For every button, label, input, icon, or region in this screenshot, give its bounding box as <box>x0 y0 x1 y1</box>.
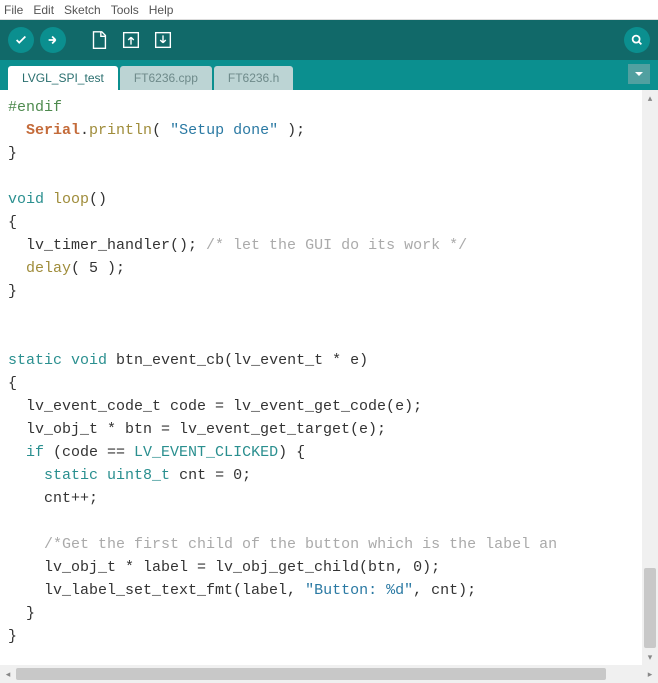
tab-ft6236-cpp[interactable]: FT6236.cpp <box>120 66 212 90</box>
vscroll-thumb[interactable] <box>644 568 656 648</box>
toolbar <box>0 20 658 60</box>
menu-file[interactable]: File <box>4 3 23 17</box>
verify-button[interactable] <box>8 27 34 53</box>
horizontal-scrollbar[interactable]: ◂ ▸ <box>0 665 658 683</box>
scroll-right-button[interactable]: ▸ <box>642 669 658 680</box>
scroll-up-button[interactable]: ▴ <box>642 90 658 106</box>
scroll-left-button[interactable]: ◂ <box>0 669 16 680</box>
tab-menu-button[interactable] <box>628 64 650 84</box>
save-sketch-button[interactable] <box>150 27 176 53</box>
upload-square-icon <box>120 29 142 51</box>
editor-area: #endif Serial.println( "Setup done" ); }… <box>0 90 658 683</box>
upload-button[interactable] <box>40 27 66 53</box>
download-square-icon <box>152 29 174 51</box>
vscroll-track[interactable] <box>642 106 658 649</box>
open-sketch-button[interactable] <box>118 27 144 53</box>
chevron-down-icon <box>634 69 644 79</box>
code-content: #endif Serial.println( "Setup done" ); }… <box>8 96 636 648</box>
arrow-right-icon <box>46 33 60 47</box>
tab-ft6236-h[interactable]: FT6236.h <box>214 66 293 90</box>
serial-monitor-button[interactable] <box>624 27 650 53</box>
hscroll-track[interactable] <box>16 665 642 683</box>
check-icon <box>14 33 28 47</box>
menu-sketch[interactable]: Sketch <box>64 3 101 17</box>
menu-help[interactable]: Help <box>149 3 174 17</box>
tab-strip: LVGL_SPI_test FT6236.cpp FT6236.h <box>0 60 658 90</box>
file-icon <box>88 29 110 51</box>
vertical-scrollbar[interactable]: ▴ ▾ <box>642 90 658 665</box>
menu-tools[interactable]: Tools <box>111 3 139 17</box>
hscroll-thumb[interactable] <box>16 668 606 680</box>
scroll-down-button[interactable]: ▾ <box>642 649 658 665</box>
new-sketch-button[interactable] <box>86 27 112 53</box>
menu-edit[interactable]: Edit <box>33 3 54 17</box>
tab-lvgl-spi-test[interactable]: LVGL_SPI_test <box>8 66 118 90</box>
code-editor[interactable]: #endif Serial.println( "Setup done" ); }… <box>0 90 642 665</box>
menu-bar: File Edit Sketch Tools Help <box>0 0 658 20</box>
magnify-icon <box>630 33 644 47</box>
